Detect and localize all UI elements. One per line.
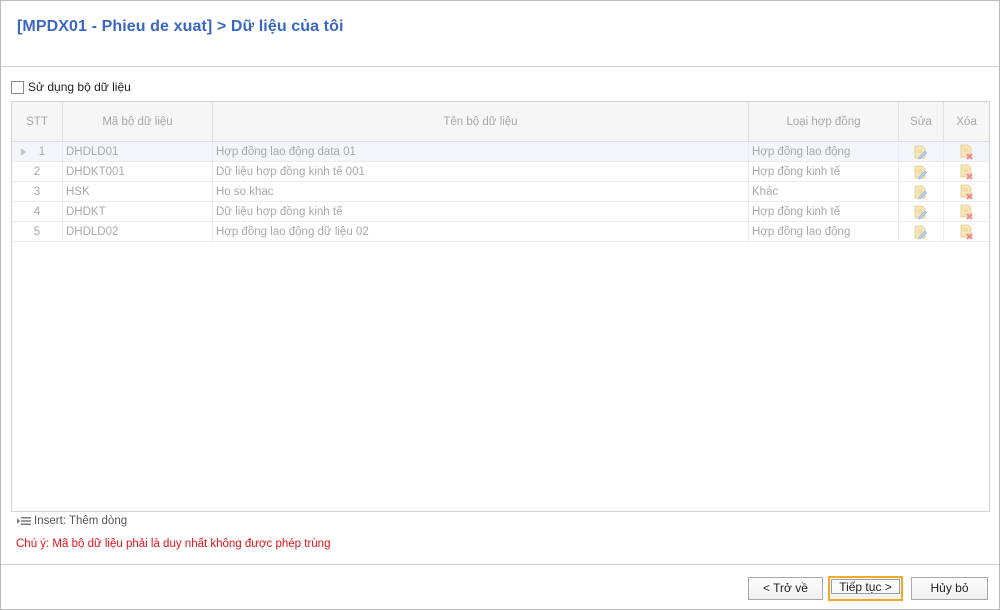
row-code[interactable]: HSK (63, 182, 213, 202)
page-title: [MPDX01 - Phieu de xuat] > Dữ liệu của t… (17, 18, 344, 35)
row-delete-cell (944, 222, 989, 242)
column-header-edit[interactable]: Sửa (899, 102, 944, 142)
use-dataset-checkbox[interactable] (11, 80, 24, 94)
column-header-code[interactable]: Mã bộ dữ liệu (63, 102, 213, 142)
use-dataset-option[interactable]: Sử dụng bộ dữ liệu (11, 79, 131, 95)
row-code[interactable]: DHDLD02 (63, 222, 213, 242)
edit-pencil-icon[interactable] (912, 224, 928, 240)
dialog-header: [MPDX01 - Phieu de xuat] > Dữ liệu của t… (1, 1, 999, 67)
row-contract-type[interactable]: Hợp đồng lao động (749, 222, 899, 242)
column-header-stt[interactable]: STT (12, 102, 63, 142)
delete-x-icon[interactable] (958, 184, 974, 200)
delete-x-icon[interactable] (958, 164, 974, 180)
table-row[interactable]: 4 DHDKT Dữ liệu hợp đồng kinh tế Hợp đồng k… (12, 202, 989, 222)
row-stt: 2 (12, 162, 63, 182)
row-delete-cell (944, 162, 989, 182)
row-contract-type[interactable]: Hợp đồng kinh tế (749, 202, 899, 222)
row-stt: 5 (12, 222, 63, 242)
column-header-contract-type[interactable]: Loại hợp đồng (749, 102, 899, 142)
row-edit-cell (899, 142, 944, 162)
table-row[interactable]: 2 DHDKT001 Dữ liệu hợp đồng kinh tế 001 Hợp… (12, 162, 989, 182)
delete-x-icon[interactable] (958, 204, 974, 220)
row-contract-type[interactable]: Khác (749, 182, 899, 202)
table-row[interactable]: 5 DHDLD02 Hợp đồng lao động dữ liệu 02 Hợp … (12, 222, 989, 242)
row-delete-cell (944, 202, 989, 222)
edit-pencil-icon[interactable] (912, 204, 928, 220)
row-contract-type[interactable]: Hợp đồng kinh tế (749, 162, 899, 182)
edit-pencil-icon[interactable] (912, 184, 928, 200)
row-name[interactable]: Dữ liệu hợp đồng kinh tế (213, 202, 749, 222)
row-stt: 1 (12, 142, 63, 162)
row-name[interactable]: Hợp đồng lao động data 01 (213, 142, 749, 162)
row-delete-cell (944, 182, 989, 202)
insert-hint-text: Insert: Thêm dòng (34, 515, 128, 527)
row-edit-cell (899, 162, 944, 182)
insert-row-icon (17, 517, 31, 525)
back-button[interactable]: < Trở về (748, 577, 823, 600)
edit-pencil-icon[interactable] (912, 144, 928, 160)
edit-pencil-icon[interactable] (912, 164, 928, 180)
row-indicator-icon (21, 148, 26, 156)
insert-hint: Insert: Thêm dòng (16, 515, 127, 527)
row-name[interactable]: Hợp đồng lao động dữ liệu 02 (213, 222, 749, 242)
table-row[interactable]: 1 DHDLD01 Hợp đồng lao động data 01 Hợp đồn… (12, 142, 989, 162)
column-header-name[interactable]: Tên bộ dữ liệu (213, 102, 749, 142)
row-code[interactable]: DHDKT001 (63, 162, 213, 182)
grid-header: STT Mã bộ dữ liệu Tên bộ dữ liệu Loại hợ… (12, 102, 989, 142)
dialog-window: [MPDX01 - Phieu de xuat] > Dữ liệu của t… (0, 0, 1000, 610)
row-name[interactable]: Ho so khac (213, 182, 749, 202)
table-row[interactable]: 3 HSK Ho so khac Khác (12, 182, 989, 202)
column-header-delete[interactable]: Xóa (944, 102, 989, 142)
row-contract-type[interactable]: Hợp đồng lao động (749, 142, 899, 162)
cancel-button[interactable]: Hủy bỏ (911, 577, 988, 600)
use-dataset-label[interactable]: Sử dụng bộ dữ liệu (28, 80, 131, 94)
delete-x-icon[interactable] (958, 144, 974, 160)
uniqueness-note: Chú ý: Mã bộ dữ liệu phải là duy nhất kh… (16, 538, 331, 550)
row-name[interactable]: Dữ liệu hợp đồng kinh tế 001 (213, 162, 749, 182)
row-edit-cell (899, 182, 944, 202)
next-button-label: Tiếp tục > (831, 579, 900, 594)
row-edit-cell (899, 222, 944, 242)
next-button[interactable]: Tiếp tục > (828, 576, 903, 601)
dialog-footer: < Trở về Tiếp tục > Hủy bỏ (1, 564, 999, 609)
row-stt: 3 (12, 182, 63, 202)
row-code[interactable]: DHDLD01 (63, 142, 213, 162)
row-edit-cell (899, 202, 944, 222)
row-stt: 4 (12, 202, 63, 222)
row-delete-cell (944, 142, 989, 162)
dataset-grid: STT Mã bộ dữ liệu Tên bộ dữ liệu Loại hợ… (11, 101, 990, 512)
delete-x-icon[interactable] (958, 224, 974, 240)
row-code[interactable]: DHDKT (63, 202, 213, 222)
